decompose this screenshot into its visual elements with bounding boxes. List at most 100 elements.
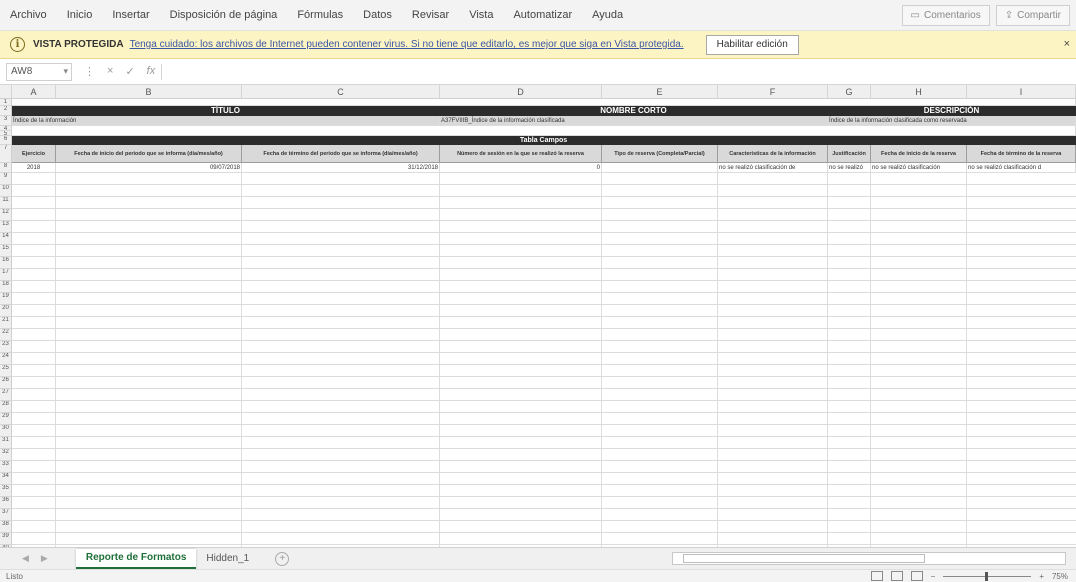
cell-numero-sesion[interactable]: 0: [440, 163, 602, 173]
menu-disposicion[interactable]: Disposición de página: [160, 9, 288, 21]
field-header-caracteristicas[interactable]: Características de la información: [718, 145, 828, 163]
select-all-corner[interactable]: [0, 85, 12, 99]
row-header[interactable]: 16: [0, 257, 12, 269]
enable-editing-button[interactable]: Habilitar edición: [705, 34, 799, 55]
row-header[interactable]: 1: [0, 99, 12, 106]
cell[interactable]: [12, 99, 1076, 106]
cell-descripcion-value[interactable]: Índice de la información clasificada com…: [828, 116, 1076, 126]
cell-nombre-corto-value[interactable]: A37FVIIIB_Índice de la información clasi…: [440, 116, 828, 126]
field-header-numero-sesion[interactable]: Número de sesión en la que se realizó la…: [440, 145, 602, 163]
row-header[interactable]: 6: [0, 136, 12, 145]
row-header[interactable]: 36: [0, 497, 12, 509]
cell-fecha-termino[interactable]: 31/12/2018: [242, 163, 440, 173]
menu-archivo[interactable]: Archivo: [0, 9, 57, 21]
prev-sheet-icon[interactable]: ◀: [22, 553, 29, 564]
col-header-d[interactable]: D: [440, 85, 602, 99]
field-header-termino-reserva[interactable]: Fecha de término de la reserva: [967, 145, 1076, 163]
close-icon[interactable]: ×: [1064, 38, 1070, 50]
row-header[interactable]: 30: [0, 425, 12, 437]
col-header-f[interactable]: F: [718, 85, 828, 99]
row-header[interactable]: 24: [0, 353, 12, 365]
row-header[interactable]: 22: [0, 329, 12, 341]
cell[interactable]: [12, 126, 1076, 136]
col-header-g[interactable]: G: [828, 85, 871, 99]
row-header[interactable]: 25: [0, 365, 12, 377]
field-header-fecha-inicio[interactable]: Fecha de inicio del periodo que se infor…: [56, 145, 242, 163]
cell-titulo-value[interactable]: Índice de la información: [12, 116, 440, 126]
zoom-level[interactable]: 75%: [1052, 572, 1068, 581]
zoom-slider[interactable]: [943, 571, 1032, 581]
row-header[interactable]: 28: [0, 401, 12, 413]
col-header-a[interactable]: A: [12, 85, 56, 99]
next-sheet-icon[interactable]: ▶: [41, 553, 48, 564]
function-icon[interactable]: fx: [147, 65, 156, 78]
row-header[interactable]: 35: [0, 485, 12, 497]
row-header[interactable]: 21: [0, 317, 12, 329]
menu-vista[interactable]: Vista: [459, 9, 503, 21]
col-header-e[interactable]: E: [602, 85, 718, 99]
cell-inicio-reserva[interactable]: no se realizó clasificación: [871, 163, 967, 173]
cell-ejercicio[interactable]: 2018: [12, 163, 56, 173]
menu-inicio[interactable]: Inicio: [57, 9, 103, 21]
scrollbar-thumb[interactable]: [683, 554, 925, 563]
col-header-b[interactable]: B: [56, 85, 242, 99]
row-header[interactable]: 3: [0, 116, 12, 126]
field-header-ejercicio[interactable]: Ejercicio: [12, 145, 56, 163]
header-nombre-corto[interactable]: NOMBRE CORTO: [440, 106, 828, 116]
row-header[interactable]: 29: [0, 413, 12, 425]
zoom-in-icon[interactable]: +: [1039, 572, 1044, 581]
tab-reporte-de-formatos[interactable]: Reporte de Formatos: [75, 548, 197, 569]
confirm-icon[interactable]: ✓: [125, 65, 134, 78]
row-header[interactable]: 8: [0, 163, 12, 173]
row-header[interactable]: 15: [0, 245, 12, 257]
cancel-icon[interactable]: ×: [107, 65, 113, 78]
row-header[interactable]: 38: [0, 521, 12, 533]
more-icon[interactable]: ⋮: [84, 65, 95, 78]
row-header[interactable]: 31: [0, 437, 12, 449]
cell-termino-reserva[interactable]: no se realizó clasificación d: [967, 163, 1076, 173]
add-sheet-icon[interactable]: +: [275, 551, 290, 566]
row-header[interactable]: 26: [0, 377, 12, 389]
menu-insertar[interactable]: Insertar: [102, 9, 159, 21]
row-header[interactable]: 10: [0, 185, 12, 197]
zoom-slider-thumb[interactable]: [985, 571, 989, 581]
cell-tipo-reserva[interactable]: [602, 163, 718, 173]
comments-button[interactable]: ▭ Comentarios: [901, 5, 990, 26]
row-header[interactable]: 7: [0, 145, 12, 163]
row-header[interactable]: 39: [0, 533, 12, 545]
header-descripcion[interactable]: DESCRIPCIÓN: [828, 106, 1076, 116]
row-header[interactable]: 11: [0, 197, 12, 209]
menu-formulas[interactable]: Fórmulas: [287, 9, 353, 21]
formula-input[interactable]: [166, 63, 1070, 81]
menu-automatizar[interactable]: Automatizar: [503, 9, 582, 21]
row-header[interactable]: 18: [0, 281, 12, 293]
horizontal-scrollbar[interactable]: [672, 552, 1066, 565]
name-box[interactable]: AW8: [6, 62, 72, 81]
page-break-view-icon[interactable]: [910, 571, 923, 581]
row-header[interactable]: 12: [0, 209, 12, 221]
cell-caracteristicas[interactable]: no se realizó clasificación de: [718, 163, 828, 173]
row-header[interactable]: 2: [0, 106, 12, 116]
col-header-c[interactable]: C: [242, 85, 440, 99]
zoom-out-icon[interactable]: −: [931, 572, 936, 581]
row-header[interactable]: 14: [0, 233, 12, 245]
menu-datos[interactable]: Datos: [353, 9, 402, 21]
cell-justificacion[interactable]: no se realizó: [828, 163, 871, 173]
menu-ayuda[interactable]: Ayuda: [582, 9, 633, 21]
row-header[interactable]: 20: [0, 305, 12, 317]
row-header[interactable]: 27: [0, 389, 12, 401]
cell-fecha-inicio[interactable]: 09/07/2018: [56, 163, 242, 173]
field-header-fecha-termino[interactable]: Fecha de término del periodo que se info…: [242, 145, 440, 163]
protected-view-message[interactable]: Tenga cuidado: los archivos de Internet …: [130, 39, 684, 50]
row-header[interactable]: 23: [0, 341, 12, 353]
row-header[interactable]: 19: [0, 293, 12, 305]
field-header-inicio-reserva[interactable]: Fecha de inicio de la reserva: [871, 145, 967, 163]
field-header-tipo-reserva[interactable]: Tipo de reserva (Completa/Parcial): [602, 145, 718, 163]
page-layout-view-icon[interactable]: [890, 571, 903, 581]
row-header[interactable]: 34: [0, 473, 12, 485]
tabla-campos-header[interactable]: Tabla Campos: [12, 136, 1076, 145]
header-titulo[interactable]: TÍTULO: [12, 106, 440, 116]
normal-view-icon[interactable]: [870, 571, 883, 581]
share-button[interactable]: ⇪ Compartir: [995, 5, 1070, 26]
row-header[interactable]: 37: [0, 509, 12, 521]
